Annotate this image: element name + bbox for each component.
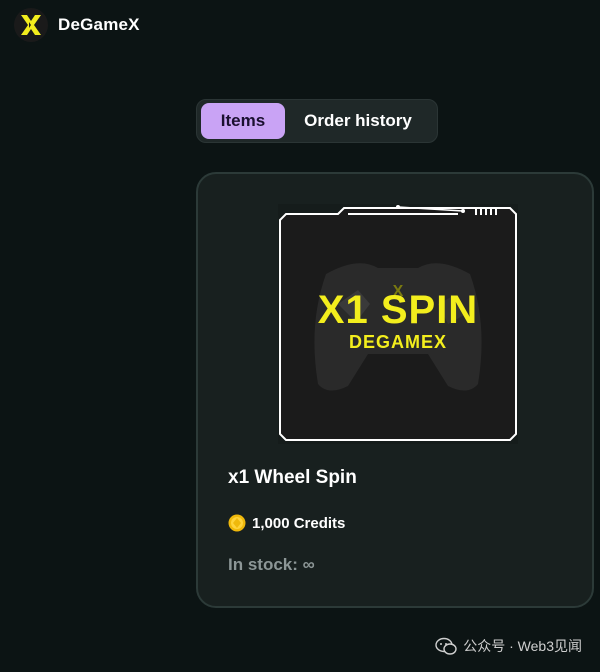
item-title: x1 Wheel Spin	[228, 467, 357, 488]
tab-order-history[interactable]: Order history	[285, 103, 431, 139]
degamex-logo-icon[interactable]	[14, 8, 48, 42]
credit-coin-icon	[228, 514, 246, 532]
tab-items[interactable]: Items	[201, 103, 285, 139]
brand-name: DeGameX	[58, 15, 140, 34]
stock-text: In stock: ∞	[228, 555, 315, 574]
watermark-text: 公众号 · Web3见闻	[463, 638, 582, 654]
tab-bar: Items Order history	[196, 99, 438, 143]
item-price: 1,000 Credits	[228, 514, 345, 532]
item-card[interactable]: X X1 SPIN DEGAMEX x1 Wheel Spin 1,000 Cr…	[196, 172, 594, 608]
app-header: DeGameX	[14, 8, 140, 42]
image-subtitle: DEGAMEX	[348, 332, 447, 352]
watermark: 公众号 · Web3见闻	[435, 636, 582, 656]
price-text: 1,000 Credits	[252, 514, 346, 532]
image-title: X1 SPIN	[317, 288, 479, 332]
item-image: X X1 SPIN DEGAMEX	[278, 204, 518, 444]
wechat-icon	[435, 637, 457, 655]
